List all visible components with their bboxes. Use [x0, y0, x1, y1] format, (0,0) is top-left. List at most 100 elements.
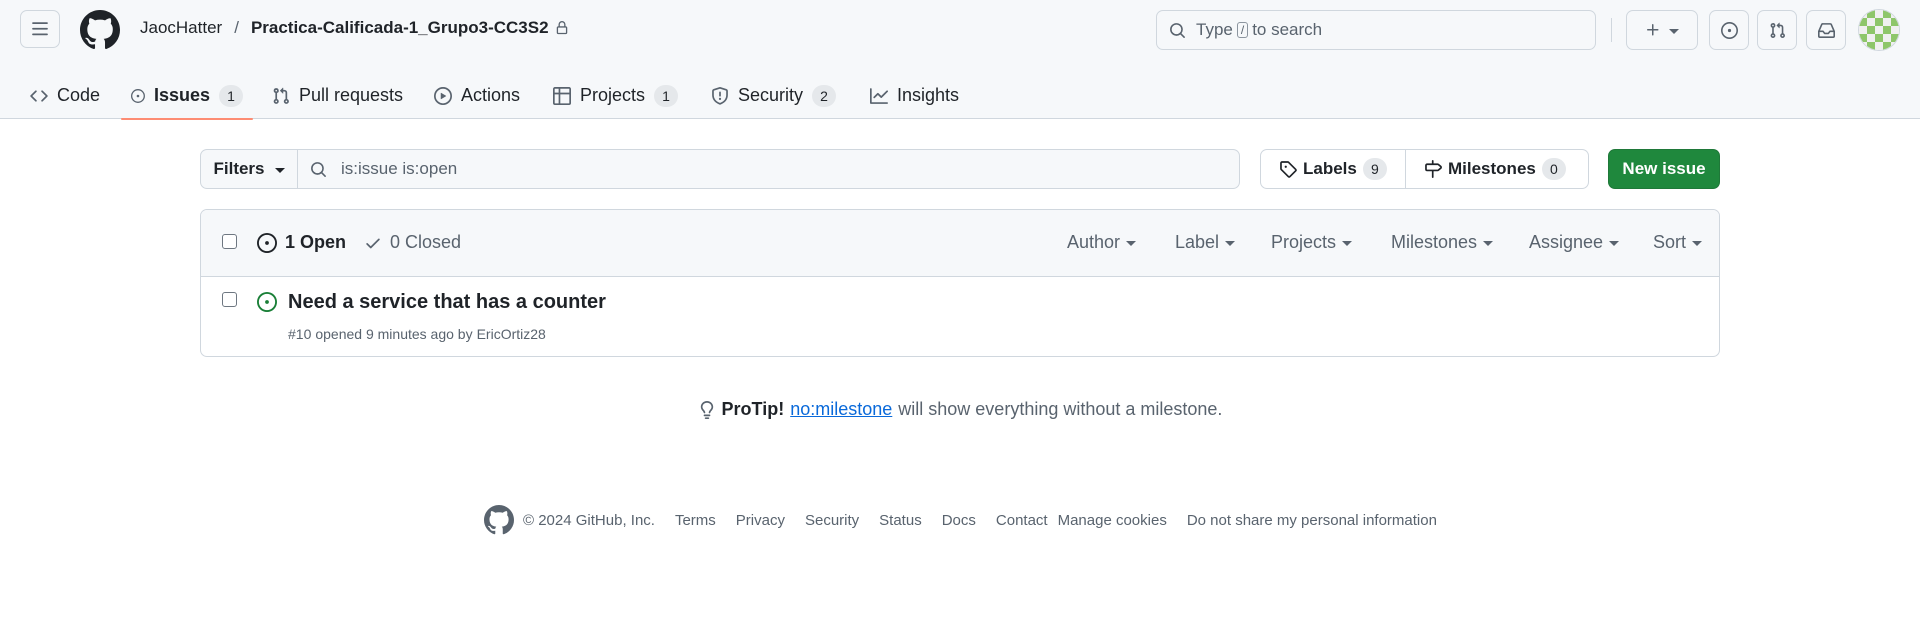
closed-issues-link[interactable]: 0 Closed [364, 232, 461, 253]
chevron-down-icon [1692, 241, 1703, 246]
tab-code-label: Code [57, 85, 101, 105]
milestone-icon [1425, 160, 1442, 178]
issues-list-header: 1 Open 0 Closed Author Label Projects Mi… [201, 210, 1719, 277]
tab-security-label: Security [738, 85, 804, 105]
repo-name-link[interactable]: Practica-Calificada-1_Grupo3-CC3S2 [251, 18, 549, 38]
lock-icon [556, 21, 567, 35]
tab-pull-requests[interactable]: Pull requests [262, 72, 413, 119]
light-bulb-icon [700, 400, 713, 419]
owner-link[interactable]: JaocHatter [140, 18, 222, 38]
label-filter-dropdown[interactable]: Label [1175, 232, 1236, 253]
filters-label: Filters [213, 159, 265, 178]
chevron-down-icon [1126, 241, 1137, 246]
user-avatar[interactable] [1858, 9, 1900, 51]
repo-breadcrumb: JaocHatter / Practica-Calificada-1_Grupo… [140, 18, 569, 38]
milestones-count-badge: 0 [1541, 158, 1566, 180]
new-issue-button[interactable]: New issue [1608, 149, 1720, 189]
issues-list: 1 Open 0 Closed Author Label Projects Mi… [200, 209, 1720, 357]
select-all-checkbox[interactable] [222, 234, 237, 249]
git-pull-request-icon [1770, 22, 1785, 38]
open-issues-label: 1 Open [285, 232, 347, 252]
author-filter-label: Author [1067, 232, 1121, 252]
milestones-filter-label: Milestones [1391, 232, 1478, 252]
footer-link-status[interactable]: Status [879, 512, 922, 529]
open-issues-link[interactable]: 1 Open [257, 232, 346, 253]
no-milestone-link[interactable]: no:milestone [790, 399, 892, 420]
sort-label: Sort [1653, 232, 1687, 252]
footer-link-security[interactable]: Security [805, 512, 859, 529]
chevron-down-icon [274, 167, 285, 173]
protip-text: will show everything without a milestone… [898, 399, 1223, 419]
issues-search-query: is:issue is:open [341, 159, 458, 178]
protip-label: ProTip! [721, 399, 785, 419]
footer-link-manage-cookies[interactable]: Manage cookies [1058, 512, 1167, 529]
play-icon [434, 86, 452, 105]
search-icon [1170, 22, 1185, 38]
tab-insights[interactable]: Insights [860, 72, 969, 119]
issues-count-badge: 1 [219, 84, 243, 107]
pull-requests-shortcut-button[interactable] [1757, 10, 1797, 50]
open-menu-button[interactable] [20, 10, 60, 48]
closed-issues-label: 0 Closed [390, 232, 462, 252]
tab-pull-requests-label: Pull requests [299, 85, 404, 105]
tab-projects[interactable]: Projects 1 [543, 72, 688, 119]
tab-code[interactable]: Code [20, 72, 110, 119]
plus-icon [1647, 24, 1659, 36]
issue-number: #10 [288, 326, 312, 342]
footer-link-docs[interactable]: Docs [942, 512, 976, 529]
projects-filter-dropdown[interactable]: Projects [1271, 232, 1353, 253]
protip: ProTip! no:milestone will show everythin… [0, 399, 1920, 420]
shield-icon [712, 86, 728, 105]
filters-dropdown-button[interactable]: Filters [200, 149, 298, 189]
author-filter-dropdown[interactable]: Author [1067, 232, 1137, 253]
tab-actions[interactable]: Actions [424, 72, 530, 119]
site-footer: © 2024 GitHub, Inc. Terms Privacy Securi… [484, 505, 1457, 535]
labels-button[interactable]: Labels 9 [1260, 149, 1406, 189]
label-filter-label: Label [1175, 232, 1220, 252]
chevron-down-icon [1609, 241, 1620, 246]
tag-icon [1280, 161, 1297, 178]
breadcrumb-separator: / [234, 18, 239, 37]
search-placeholder-prefix: Type [1196, 20, 1233, 39]
footer-link-do-not-share[interactable]: Do not share my personal information [1187, 512, 1437, 529]
issue-state-toggle: 1 Open 0 Closed [257, 232, 461, 253]
footer-link-privacy[interactable]: Privacy [736, 512, 785, 529]
issue-select-checkbox[interactable] [222, 292, 237, 307]
tab-issues[interactable]: Issues 1 [121, 72, 253, 120]
issue-title-link[interactable]: Need a service that has a counter [288, 291, 606, 314]
footer-link-terms[interactable]: Terms [675, 512, 716, 529]
projects-count-badge: 1 [654, 84, 679, 107]
issue-opened-icon [131, 88, 145, 103]
inbox-icon [1817, 22, 1835, 38]
chevron-down-icon [1669, 28, 1679, 34]
issue-row: Need a service that has a counter #10 op… [201, 277, 1719, 356]
issue-meta: #10 opened 9 minutes ago by EricOrtiz28 [288, 326, 546, 342]
tab-security[interactable]: Security 2 [701, 72, 846, 119]
tab-projects-label: Projects [580, 85, 646, 105]
github-logo-home-link[interactable] [80, 10, 120, 50]
issue-author-link[interactable]: EricOrtiz28 [477, 326, 546, 342]
search-icon [311, 161, 326, 177]
chevron-down-icon [1483, 241, 1494, 246]
tab-issues-label: Issues [153, 85, 210, 105]
issues-filter-bar: Filters is:issue is:open [200, 149, 1240, 189]
create-new-button[interactable] [1626, 10, 1698, 50]
assignee-filter-dropdown[interactable]: Assignee [1529, 232, 1620, 253]
global-search-input[interactable]: Type / to search [1156, 10, 1596, 50]
issues-shortcut-button[interactable] [1709, 10, 1749, 50]
projects-filter-label: Projects [1271, 232, 1337, 252]
labels-label: Labels [1303, 159, 1357, 178]
github-mark-icon[interactable] [484, 505, 514, 535]
global-header: JaocHatter / Practica-Calificada-1_Grupo… [0, 0, 1920, 120]
milestones-button[interactable]: Milestones 0 [1406, 149, 1589, 189]
assignee-filter-label: Assignee [1529, 232, 1604, 252]
chevron-down-icon [1342, 241, 1353, 246]
inbox-button[interactable] [1806, 10, 1846, 50]
sort-dropdown[interactable]: Sort [1653, 232, 1703, 253]
issue-opened-icon [257, 292, 277, 312]
issues-search-input[interactable]: is:issue is:open [298, 149, 1240, 189]
labels-milestones-group: Labels 9 Milestones 0 [1260, 149, 1589, 189]
milestones-filter-dropdown[interactable]: Milestones [1391, 232, 1494, 253]
search-shortcut-key: / [1236, 22, 1249, 38]
footer-link-contact[interactable]: Contact [996, 512, 1048, 529]
